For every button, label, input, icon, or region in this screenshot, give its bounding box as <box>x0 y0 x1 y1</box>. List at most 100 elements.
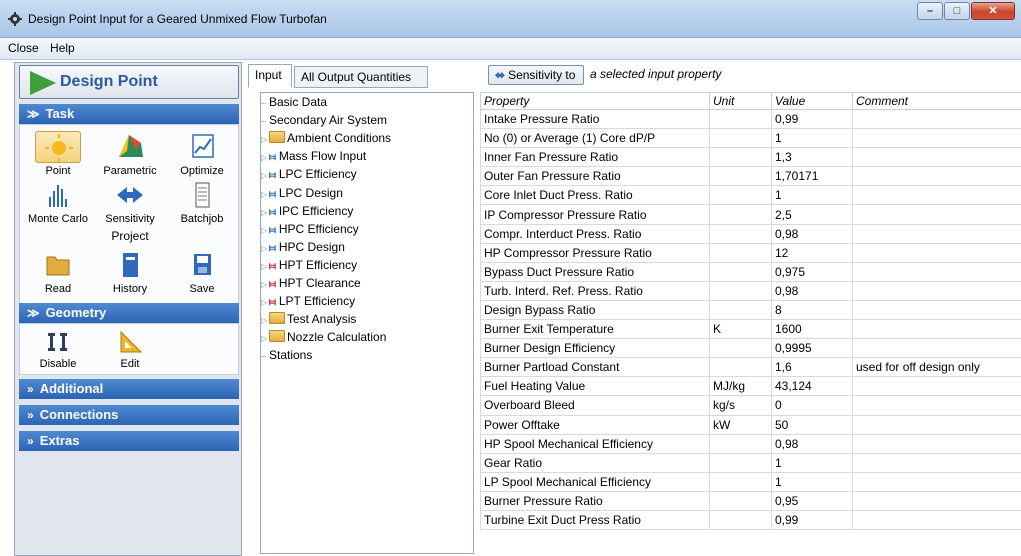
tree-item[interactable]: ▷ ⧦ HPT Clearance <box>261 276 361 294</box>
table-row[interactable]: LP Spool Mechanical Efficiency 1 <box>480 471 1021 492</box>
cell-value[interactable]: 0,9995 <box>771 338 853 359</box>
cell-comment[interactable] <box>852 108 1021 130</box>
cell-comment[interactable] <box>852 299 1021 321</box>
cell-value[interactable]: 0 <box>771 395 853 416</box>
tool-save[interactable]: Save <box>170 249 234 295</box>
tool-point[interactable]: Point <box>26 131 90 177</box>
cell-comment[interactable] <box>852 471 1021 492</box>
cell-value[interactable]: 1 <box>771 471 853 492</box>
cell-comment[interactable] <box>852 414 1021 435</box>
tool-batchjob[interactable]: Batchjob <box>170 179 234 225</box>
cell-value[interactable]: 1,3 <box>771 147 853 168</box>
cell-value[interactable]: 1 <box>771 185 853 206</box>
tree-item[interactable]: ┄ Basic Data <box>261 95 327 113</box>
tree-item[interactable]: ▷ Test Analysis <box>261 312 356 330</box>
cell-value[interactable]: 0,98 <box>771 223 853 244</box>
cell-value[interactable]: 1,70171 <box>771 166 853 187</box>
column-header-property[interactable]: Property <box>480 92 710 110</box>
tool-read[interactable]: Read <box>26 249 90 295</box>
table-row[interactable]: Gear Ratio 1 <box>480 452 1021 473</box>
cell-value[interactable]: 12 <box>771 242 853 263</box>
table-row[interactable]: Bypass Duct Pressure Ratio 0,975 <box>480 261 1021 282</box>
cell-comment[interactable]: used for off design only <box>852 357 1021 378</box>
cell-comment[interactable] <box>852 452 1021 473</box>
cell-comment[interactable] <box>852 204 1021 225</box>
tree-item[interactable]: ▷ ⧦ HPC Efficiency <box>261 222 359 240</box>
cell-comment[interactable] <box>852 395 1021 416</box>
table-row[interactable]: IP Compressor Pressure Ratio 2,5 <box>480 204 1021 225</box>
cell-comment[interactable] <box>852 261 1021 282</box>
table-row[interactable]: Power Offtake kW 50 <box>480 414 1021 435</box>
design-point-button[interactable]: Design Point <box>19 65 239 99</box>
tab-all-output-quantities[interactable]: All Output Quantities <box>294 66 428 88</box>
maximize-button[interactable]: □ <box>944 2 970 20</box>
table-row[interactable]: Inner Fan Pressure Ratio 1,3 <box>480 147 1021 168</box>
tab-input[interactable]: Input <box>248 64 292 88</box>
table-row[interactable]: No (0) or Average (1) Core dP/P 1 <box>480 128 1021 149</box>
tree-item[interactable]: ▷ ⧦ Mass Flow Input <box>261 149 366 167</box>
table-row[interactable]: HP Compressor Pressure Ratio 12 <box>480 242 1021 263</box>
table-row[interactable]: Core Inlet Duct Press. Ratio 1 <box>480 185 1021 206</box>
table-row[interactable]: Burner Design Efficiency 0,9995 <box>480 338 1021 359</box>
tree-item[interactable]: ▷ ⧦ IPC Efficiency <box>261 204 353 222</box>
menu-help[interactable]: Help <box>50 38 75 55</box>
tool-monte-carlo[interactable]: Monte Carlo <box>26 179 90 225</box>
cell-value[interactable]: 43,124 <box>771 376 853 397</box>
table-row[interactable]: HP Spool Mechanical Efficiency 0,98 <box>480 433 1021 454</box>
cell-value[interactable]: 0,95 <box>771 490 853 511</box>
table-row[interactable]: Burner Partload Constant 1,6 used for off … <box>480 357 1021 378</box>
cell-comment[interactable] <box>852 338 1021 359</box>
cell-comment[interactable] <box>852 128 1021 149</box>
additional-section-header[interactable]: » Additional <box>19 379 239 399</box>
cell-comment[interactable] <box>852 185 1021 206</box>
cell-comment[interactable] <box>852 509 1021 531</box>
cell-value[interactable]: 0,975 <box>771 261 853 282</box>
menu-close[interactable]: Close <box>8 38 39 55</box>
extras-section-header[interactable]: » Extras <box>19 431 239 451</box>
tool-parametric[interactable]: Parametric <box>98 131 162 177</box>
table-row[interactable]: Design Bypass Ratio 8 <box>480 299 1021 321</box>
cell-value[interactable]: 50 <box>771 414 853 435</box>
table-row[interactable]: Fuel Heating Value MJ/kg 43,124 <box>480 376 1021 397</box>
cell-value[interactable]: 0,99 <box>771 509 853 531</box>
cell-comment[interactable] <box>852 319 1021 340</box>
cell-value[interactable]: 1 <box>771 452 853 473</box>
table-row[interactable]: Burner Pressure Ratio 0,95 <box>480 490 1021 511</box>
table-row[interactable]: Turb. Interd. Ref. Press. Ratio 0,98 <box>480 280 1021 301</box>
task-section-header[interactable]: ≫ Task <box>19 104 239 124</box>
geometry-section-header[interactable]: ≫ Geometry <box>19 303 239 323</box>
cell-value[interactable]: 1 <box>771 128 853 149</box>
sensitivity-to-button[interactable]: ⬌ Sensitivity to <box>488 65 584 85</box>
tree-item[interactable]: ▷ ⧦ HPT Efficiency <box>261 258 357 276</box>
cell-comment[interactable] <box>852 490 1021 511</box>
tree-item[interactable]: ▷ ⧦ LPC Efficiency <box>261 167 357 185</box>
tree-item[interactable]: ┄ Secondary Air System <box>261 113 387 131</box>
cell-value[interactable]: 0,98 <box>771 433 853 454</box>
close-window-button[interactable]: ✕ <box>971 2 1015 20</box>
tree-item[interactable]: ▷ Ambient Conditions <box>261 131 391 149</box>
cell-comment[interactable] <box>852 242 1021 263</box>
tool-sensitivity[interactable]: Sensitivity <box>98 179 162 225</box>
tree-item[interactable]: ▷ ⧦ HPC Design <box>261 240 345 258</box>
cell-comment[interactable] <box>852 376 1021 397</box>
cell-comment[interactable] <box>852 280 1021 301</box>
column-header-comment[interactable]: Comment <box>852 92 1021 110</box>
tool-optimize[interactable]: Optimize <box>170 131 234 177</box>
table-row[interactable]: Intake Pressure Ratio 0,99 <box>480 108 1021 130</box>
table-row[interactable]: Overboard Bleed kg/s 0 <box>480 395 1021 416</box>
minimize-button[interactable]: – <box>917 2 943 20</box>
cell-value[interactable]: 1,6 <box>771 357 853 378</box>
table-row[interactable]: Turbine Exit Duct Press Ratio 0,99 <box>480 509 1021 531</box>
column-header-unit[interactable]: Unit <box>709 92 772 110</box>
tree-item[interactable]: ▷ Nozzle Calculation <box>261 330 386 348</box>
cell-value[interactable]: 2,5 <box>771 204 853 225</box>
cell-value[interactable]: 0,99 <box>771 108 853 130</box>
tool-edit[interactable]: Edit <box>98 328 162 370</box>
table-row[interactable]: Compr. Interduct Press. Ratio 0,98 <box>480 223 1021 244</box>
column-header-value[interactable]: Value <box>771 92 853 110</box>
table-row[interactable]: Burner Exit Temperature K 1600 <box>480 319 1021 340</box>
tree-item[interactable]: ┄ Stations <box>261 348 312 366</box>
cell-comment[interactable] <box>852 223 1021 244</box>
tool-history[interactable]: History <box>98 249 162 295</box>
cell-value[interactable]: 0,98 <box>771 280 853 301</box>
